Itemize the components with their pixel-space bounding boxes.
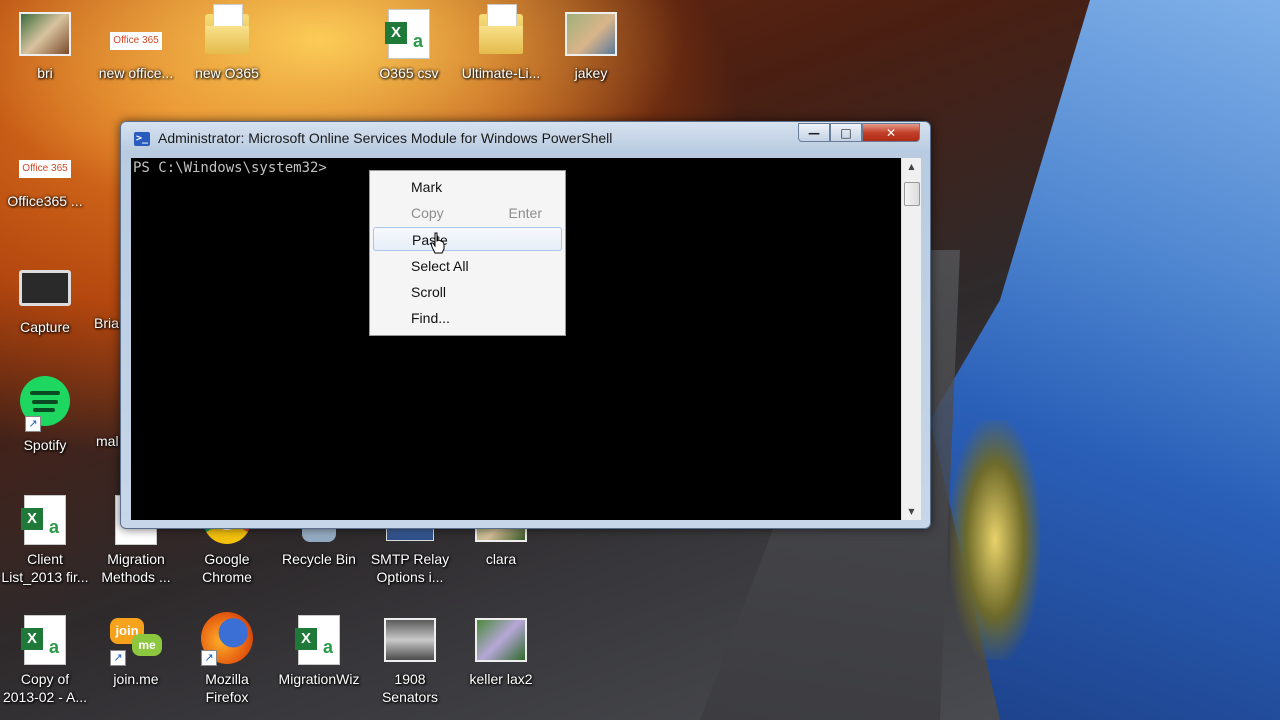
context-menu: Mark Copy Enter Paste Select All Scroll … (369, 170, 566, 336)
desktop-icon-jakey[interactable]: jakey (547, 8, 635, 82)
desktop-icon-label: clara (485, 551, 517, 567)
shortcut-arrow-icon: ↗ (25, 416, 41, 432)
hand-cursor-icon (430, 232, 445, 254)
desktop-icon-office365[interactable]: Office 365 Office365 ... (1, 150, 89, 210)
desktop-icon-label: 1908 Senators (381, 671, 439, 705)
desktop-icon-join-me[interactable]: join me ↗ join.me (92, 614, 180, 688)
desktop-icon-label: Mozilla Firefox (205, 671, 249, 705)
photo-icon (475, 614, 527, 666)
desktop-icon-new-office[interactable]: Office 365 new office... (92, 22, 180, 82)
desktop-icon-bria[interactable]: Bria (82, 262, 122, 332)
capture-icon (19, 262, 71, 314)
shortcut-arrow-icon: ↗ (201, 650, 217, 666)
desktop-icon-label: new office... (98, 65, 174, 81)
desktop-icon-label: jakey (574, 65, 608, 81)
desktop-icon-label: Client List_2013 fir... (1, 551, 89, 585)
maximize-button[interactable]: □ (830, 123, 862, 142)
scroll-thumb[interactable] (904, 182, 920, 206)
scroll-down-icon[interactable]: ▼ (902, 503, 921, 520)
vertical-scrollbar[interactable]: ▲ ▼ (901, 158, 921, 520)
scroll-up-icon[interactable]: ▲ (902, 158, 921, 175)
desktop-icon-label: SMTP Relay Options i... (370, 551, 450, 585)
wallpaper-glow (950, 420, 1040, 660)
photo-icon (19, 8, 71, 60)
console-prompt: PS C:\Windows\system32> (133, 160, 327, 176)
desktop-icon-bri[interactable]: bri (1, 8, 89, 82)
desktop-icon-label: Copy of 2013-02 - A... (2, 671, 88, 705)
desktop-icon-label: new O365 (195, 65, 259, 81)
desktop-icon-1908-senators[interactable]: 1908 Senators (366, 614, 454, 706)
desktop-icon-label: Spotify (23, 437, 67, 453)
desktop-icon-label: bri (37, 65, 53, 81)
folder-icon (475, 4, 527, 60)
menu-item-copy: Copy Enter (373, 201, 562, 225)
desktop-icon-label: join.me (113, 671, 159, 687)
excel-icon (293, 614, 345, 666)
minimize-button[interactable]: — (798, 123, 830, 142)
desktop-icon-new-o365[interactable]: new O365 (183, 4, 271, 82)
desktop-icon-label: MigrationWiz (278, 671, 360, 687)
joinme-icon: join me ↗ (110, 614, 162, 666)
desktop-icon-mozilla-firefox[interactable]: ↗ Mozilla Firefox (183, 610, 271, 706)
desktop-icon-label: Bria (94, 315, 119, 331)
desktop-icon-keller-lax2[interactable]: keller lax2 (457, 614, 545, 688)
close-button[interactable]: ✕ (862, 123, 920, 142)
excel-icon (19, 614, 71, 666)
desktop-icon-capture[interactable]: Capture (1, 262, 89, 336)
menu-item-find[interactable]: Find... (373, 306, 562, 330)
desktop-icon-label: O365 csv (379, 65, 439, 81)
menu-item-mark[interactable]: Mark (373, 175, 562, 199)
office365-icon: Office 365 (19, 150, 71, 188)
excel-icon (383, 8, 435, 60)
menu-shortcut: Enter (508, 205, 542, 221)
desktop-icon-label: Migration Methods ... (101, 551, 171, 585)
desktop-icon-migrationwiz[interactable]: MigrationWiz (275, 614, 363, 688)
desktop-icon-mal[interactable]: mal (82, 370, 122, 450)
menu-item-scroll[interactable]: Scroll (373, 280, 562, 304)
desktop-icon-label: Office365 ... (7, 193, 83, 209)
desktop-icon-label: Ultimate-Li... (461, 65, 541, 81)
desktop-icon-label: Google Chrome (202, 551, 252, 585)
desktop-icon-o365-csv[interactable]: O365 csv (365, 8, 453, 82)
desktop-icon-label: Recycle Bin (282, 551, 356, 567)
folder-icon (201, 4, 253, 60)
excel-icon (19, 494, 71, 546)
desktop-icon-label: keller lax2 (469, 671, 533, 687)
spotify-icon: ↗ (19, 370, 71, 432)
office365-icon: Office 365 (110, 22, 162, 60)
menu-item-select-all[interactable]: Select All (373, 254, 562, 278)
powershell-icon[interactable]: >_ (134, 132, 150, 146)
photo-icon (384, 614, 436, 666)
menu-item-paste[interactable]: Paste (373, 227, 562, 251)
shortcut-arrow-icon: ↗ (110, 650, 126, 666)
window-title: Administrator: Microsoft Online Services… (158, 130, 613, 146)
window-titlebar[interactable]: >_ Administrator: Microsoft Online Servi… (121, 122, 930, 156)
desktop-icon-ultimate-li[interactable]: Ultimate-Li... (457, 4, 545, 82)
firefox-icon: ↗ (201, 610, 253, 666)
desktop-icon-client-list[interactable]: Client List_2013 fir... (1, 494, 89, 586)
desktop-icon-copy-of-2013[interactable]: Copy of 2013-02 - A... (1, 614, 89, 706)
photo-icon (565, 8, 617, 60)
desktop-icon-label: Capture (20, 319, 70, 335)
desktop-icon-label: mal (96, 433, 119, 449)
desktop-icon-spotify[interactable]: ↗ Spotify (1, 370, 89, 454)
